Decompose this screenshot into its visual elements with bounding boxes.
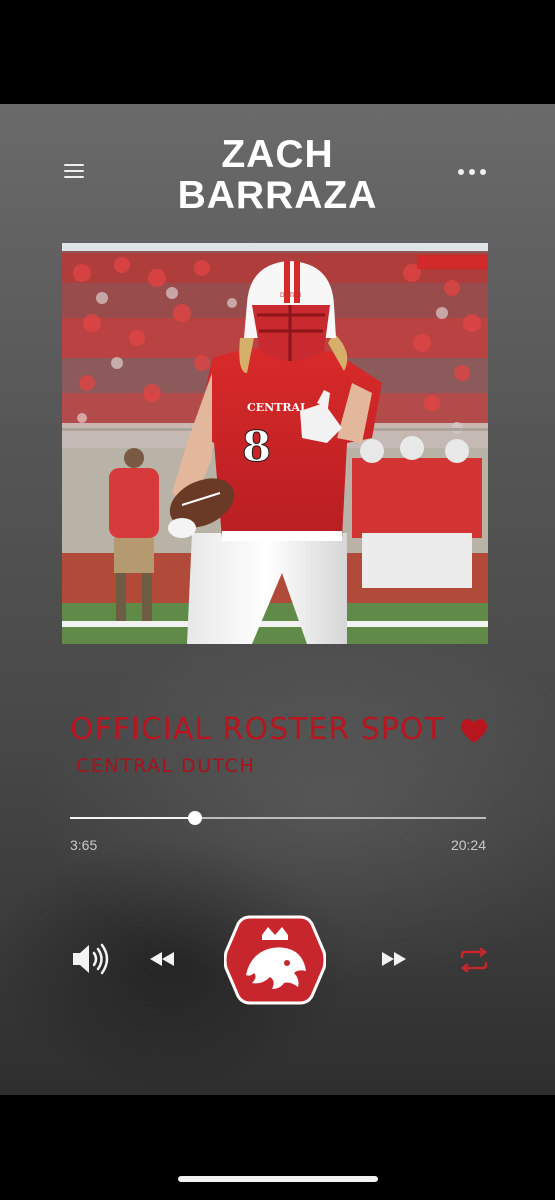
home-indicator[interactable]	[178, 1176, 378, 1182]
time-total: 20:24	[450, 837, 486, 853]
rewind-icon[interactable]	[148, 950, 176, 968]
player-photo: CENTRAL 8 DUTCH	[62, 243, 488, 644]
helmet-text: DUTCH	[280, 292, 301, 299]
music-player: ZACH BARRAZA CENTRAL 8 DUTCH OFFICIAL RO…	[0, 104, 555, 1095]
heart-icon[interactable]	[460, 718, 488, 744]
title-line-2: BARRAZA	[177, 174, 378, 217]
more-options-icon[interactable]	[455, 162, 489, 182]
track-artist: CENTRAL DUTCH	[76, 755, 256, 777]
logo-play-button[interactable]	[223, 915, 327, 1005]
page-title: ZACH BARRAZA	[140, 134, 415, 216]
bottom-bar	[0, 1095, 555, 1200]
time-elapsed: 3:65	[70, 837, 98, 853]
album-cover: CENTRAL 8 DUTCH	[62, 243, 488, 644]
jersey-number: 8	[242, 422, 271, 471]
volume-icon[interactable]	[70, 941, 110, 977]
status-bar	[0, 0, 555, 104]
progress-thumb[interactable]	[187, 811, 202, 825]
jersey-text: CENTRAL	[247, 401, 308, 414]
progress-bar[interactable]	[70, 811, 486, 825]
fast-forward-icon[interactable]	[380, 950, 408, 968]
track-title: OFFICIAL ROSTER SPOT	[70, 712, 444, 747]
menu-icon[interactable]	[62, 162, 88, 182]
title-line-1: ZACH	[221, 133, 334, 176]
repeat-icon[interactable]	[458, 947, 490, 973]
progress-fill	[70, 817, 195, 819]
